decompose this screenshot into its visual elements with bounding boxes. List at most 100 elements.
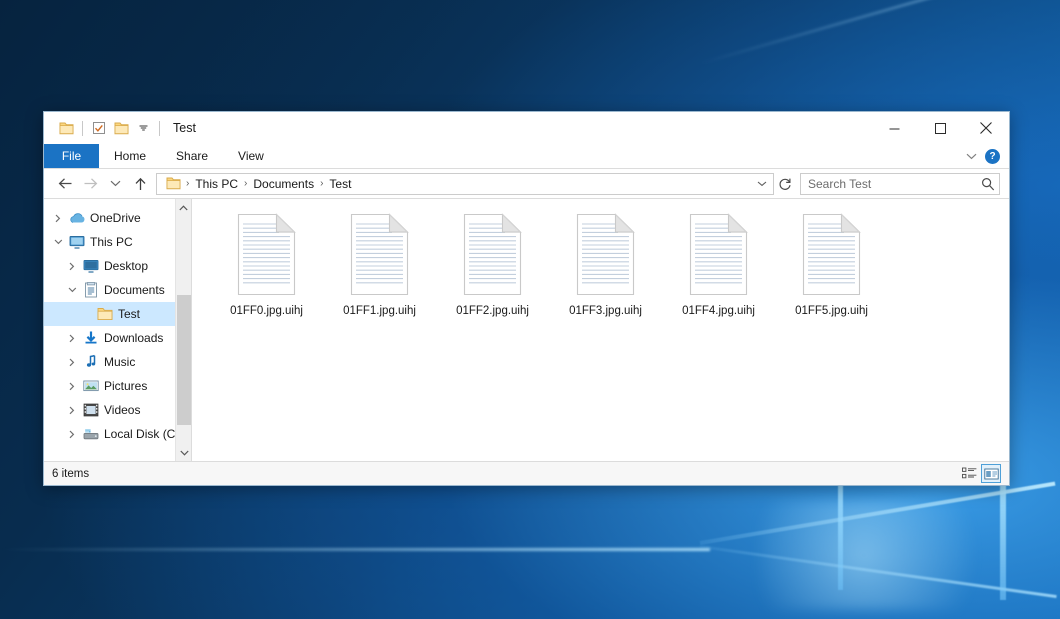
- downloads-icon: [83, 330, 99, 346]
- chevron-right-icon[interactable]: [64, 358, 81, 367]
- ribbon-right-controls: ?: [966, 144, 1009, 168]
- file-item[interactable]: 01FF2.jpg.uihj: [436, 213, 549, 317]
- new-folder-icon[interactable]: [110, 117, 132, 139]
- search-input[interactable]: Search Test: [808, 177, 981, 191]
- tab-home[interactable]: Home: [99, 144, 161, 168]
- folder-icon: [97, 306, 113, 322]
- minimize-button[interactable]: [871, 112, 917, 144]
- address-bar: › This PC › Documents › Test Search Test: [44, 169, 1009, 198]
- sidebar-item-documents[interactable]: Documents: [44, 278, 191, 302]
- tab-view[interactable]: View: [223, 144, 279, 168]
- window-controls: [871, 112, 1009, 144]
- music-icon: [83, 354, 99, 370]
- file-item[interactable]: 01FF3.jpg.uihj: [549, 213, 662, 317]
- file-name-label: 01FF1.jpg.uihj: [343, 305, 416, 317]
- properties-checkbox-icon[interactable]: [88, 117, 110, 139]
- chevron-right-icon[interactable]: [64, 406, 81, 415]
- documents-icon: [83, 282, 99, 298]
- sidebar-item-label: Documents: [101, 283, 165, 297]
- file-item[interactable]: 01FF4.jpg.uihj: [662, 213, 775, 317]
- maximize-button[interactable]: [917, 112, 963, 144]
- file-item[interactable]: 01FF1.jpg.uihj: [323, 213, 436, 317]
- large-icons-view-button[interactable]: [981, 464, 1001, 483]
- file-item[interactable]: 01FF0.jpg.uihj: [210, 213, 323, 317]
- sidebar-item-this-pc[interactable]: This PC: [44, 230, 191, 254]
- breadcrumb-separator[interactable]: ›: [318, 178, 325, 189]
- sidebar-item-onedrive[interactable]: OneDrive: [44, 206, 191, 230]
- monitor-icon: [69, 234, 85, 250]
- scroll-down-arrow[interactable]: [176, 444, 192, 461]
- chevron-right-icon[interactable]: [64, 382, 81, 391]
- file-explorer-window: Test File Home Share View ?: [43, 111, 1010, 486]
- sidebar-item-downloads[interactable]: Downloads: [44, 326, 191, 350]
- desktop-icon: [83, 258, 99, 274]
- breadcrumb[interactable]: › This PC › Documents › Test: [156, 173, 774, 195]
- breadcrumb-item-documents[interactable]: Documents: [249, 177, 318, 191]
- sidebar-item-label: Downloads: [101, 331, 163, 345]
- chevron-right-icon[interactable]: [64, 430, 81, 439]
- refresh-button[interactable]: [774, 173, 796, 195]
- tab-share[interactable]: Share: [161, 144, 223, 168]
- file-name-label: 01FF4.jpg.uihj: [682, 305, 755, 317]
- sidebar-item-label: This PC: [87, 235, 133, 249]
- folder-tree: OneDrive This PC Desktop Documents Test Downl…: [44, 206, 191, 446]
- file-item[interactable]: 01FF5.jpg.uihj: [775, 213, 888, 317]
- item-count-label: 6 items: [52, 468, 89, 480]
- toolbar-divider: [82, 121, 83, 136]
- chevron-down-icon[interactable]: [50, 238, 67, 247]
- scroll-up-arrow[interactable]: [176, 199, 191, 216]
- help-icon[interactable]: ?: [985, 149, 1000, 164]
- breadcrumb-separator[interactable]: ›: [184, 178, 191, 189]
- wallpaper-hero-glow: [760, 500, 1020, 610]
- sidebar-item-music[interactable]: Music: [44, 350, 191, 374]
- sidebar-item-label: Test: [115, 307, 140, 321]
- file-name-label: 01FF5.jpg.uihj: [795, 305, 868, 317]
- tab-file[interactable]: File: [44, 144, 99, 168]
- sidebar-item-desktop[interactable]: Desktop: [44, 254, 191, 278]
- title-bar: Test: [44, 112, 1009, 144]
- wallpaper-streak: [700, 0, 1060, 65]
- status-bar: 6 items: [44, 461, 1009, 485]
- generic-document-icon: [573, 213, 639, 297]
- chevron-right-icon[interactable]: [50, 214, 67, 223]
- search-icon[interactable]: [981, 177, 995, 191]
- sidebar-item-label: Music: [101, 355, 135, 369]
- quick-access-toolbar: [55, 117, 165, 139]
- breadcrumb-item-this-pc[interactable]: This PC: [191, 177, 242, 191]
- ribbon-tabs: File Home Share View ?: [44, 144, 1009, 169]
- breadcrumb-separator[interactable]: ›: [242, 178, 249, 189]
- folder-icon[interactable]: [55, 117, 77, 139]
- window-body: OneDrive This PC Desktop Documents Test Downl…: [44, 198, 1009, 461]
- chevron-right-icon[interactable]: [64, 262, 81, 271]
- file-name-label: 01FF2.jpg.uihj: [456, 305, 529, 317]
- file-list-pane[interactable]: 01FF0.jpg.uihj 01FF1.jpg.uihj 01FF2.jpg.ui…: [192, 199, 1009, 461]
- sidebar-item-label: Desktop: [101, 259, 148, 273]
- file-name-label: 01FF0.jpg.uihj: [230, 305, 303, 317]
- details-view-button[interactable]: [959, 464, 979, 483]
- sidebar-scrollbar[interactable]: [175, 199, 191, 461]
- breadcrumb-item-test[interactable]: Test: [325, 177, 355, 191]
- forward-button[interactable]: [78, 171, 103, 196]
- up-button[interactable]: [128, 171, 153, 196]
- disk-icon: [83, 426, 99, 442]
- sidebar-item-pictures[interactable]: Pictures: [44, 374, 191, 398]
- sidebar-item-local-disk-c[interactable]: Local Disk (C:): [44, 422, 191, 446]
- sidebar-item-test[interactable]: Test: [44, 302, 191, 326]
- chevron-down-icon[interactable]: [64, 286, 81, 295]
- search-box[interactable]: Search Test: [800, 173, 1000, 195]
- generic-document-icon: [347, 213, 413, 297]
- scrollbar-thumb[interactable]: [177, 295, 191, 425]
- toolbar-divider: [159, 121, 160, 136]
- customize-dropdown-icon[interactable]: [132, 117, 154, 139]
- back-button[interactable]: [53, 171, 78, 196]
- file-name-label: 01FF3.jpg.uihj: [569, 305, 642, 317]
- videos-icon: [83, 402, 99, 418]
- close-button[interactable]: [963, 112, 1009, 144]
- file-grid: 01FF0.jpg.uihj 01FF1.jpg.uihj 01FF2.jpg.ui…: [210, 213, 1009, 327]
- chevron-right-icon[interactable]: [64, 334, 81, 343]
- sidebar-item-videos[interactable]: Videos: [44, 398, 191, 422]
- chevron-down-icon[interactable]: [966, 147, 977, 165]
- recent-locations-icon[interactable]: [103, 171, 128, 196]
- address-dropdown-icon[interactable]: [753, 174, 771, 194]
- pictures-icon: [83, 378, 99, 394]
